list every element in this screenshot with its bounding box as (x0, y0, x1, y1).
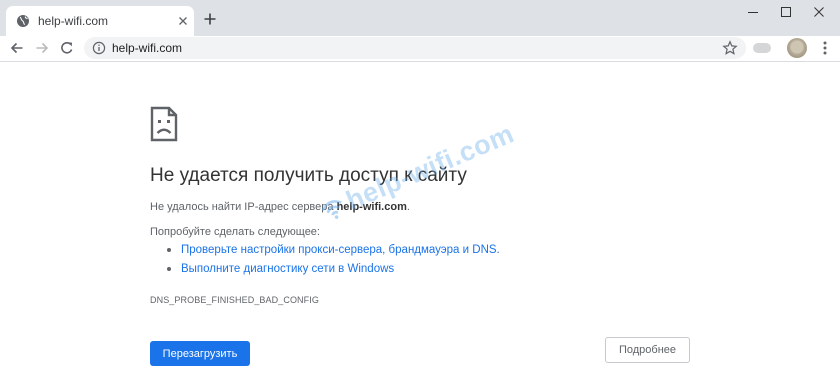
browser-toolbar: help-wifi.com (0, 36, 840, 62)
error-code: DNS_PROBE_FINISHED_BAD_CONFIG (150, 295, 319, 305)
address-bar[interactable]: help-wifi.com (84, 37, 746, 59)
browser-tab[interactable]: help-wifi.com (6, 6, 194, 36)
tab-strip: help-wifi.com (0, 0, 840, 36)
back-arrow-icon[interactable] (9, 40, 25, 56)
avatar[interactable] (787, 38, 807, 58)
suggestions-heading: Попробуйте сделать следующее: (150, 226, 320, 238)
suggestion-run-diagnostics-link[interactable]: Выполните диагностику сети в Windows (167, 262, 500, 281)
close-icon[interactable] (808, 4, 830, 20)
minimize-icon[interactable] (742, 4, 764, 20)
error-description-end: . (406, 201, 410, 213)
plus-icon[interactable] (202, 11, 218, 27)
reload-button[interactable]: Перезагрузить (150, 341, 250, 366)
wifi-icon (321, 200, 342, 219)
sad-page-icon (150, 106, 178, 142)
tab-title: help-wifi.com (38, 14, 109, 28)
suggestions-list: Проверьте настройки прокси-сервера, бран… (167, 243, 500, 281)
close-icon[interactable] (176, 14, 190, 28)
star-icon[interactable] (722, 40, 738, 56)
url-text: help-wifi.com (112, 41, 183, 55)
details-button[interactable]: Подробнее (605, 337, 690, 363)
forward-arrow-icon[interactable] (34, 40, 50, 56)
info-icon[interactable] (92, 41, 106, 55)
globe-icon (17, 15, 29, 27)
reload-icon[interactable] (59, 40, 75, 56)
menu-icon[interactable] (818, 40, 832, 56)
error-description-text: Не удалось найти IP-адрес сервера (150, 201, 337, 213)
maximize-icon[interactable] (775, 4, 797, 20)
extension-icon[interactable] (753, 43, 771, 53)
suggestion-check-proxy-link[interactable]: Проверьте настройки прокси-сервера, бран… (167, 243, 500, 262)
